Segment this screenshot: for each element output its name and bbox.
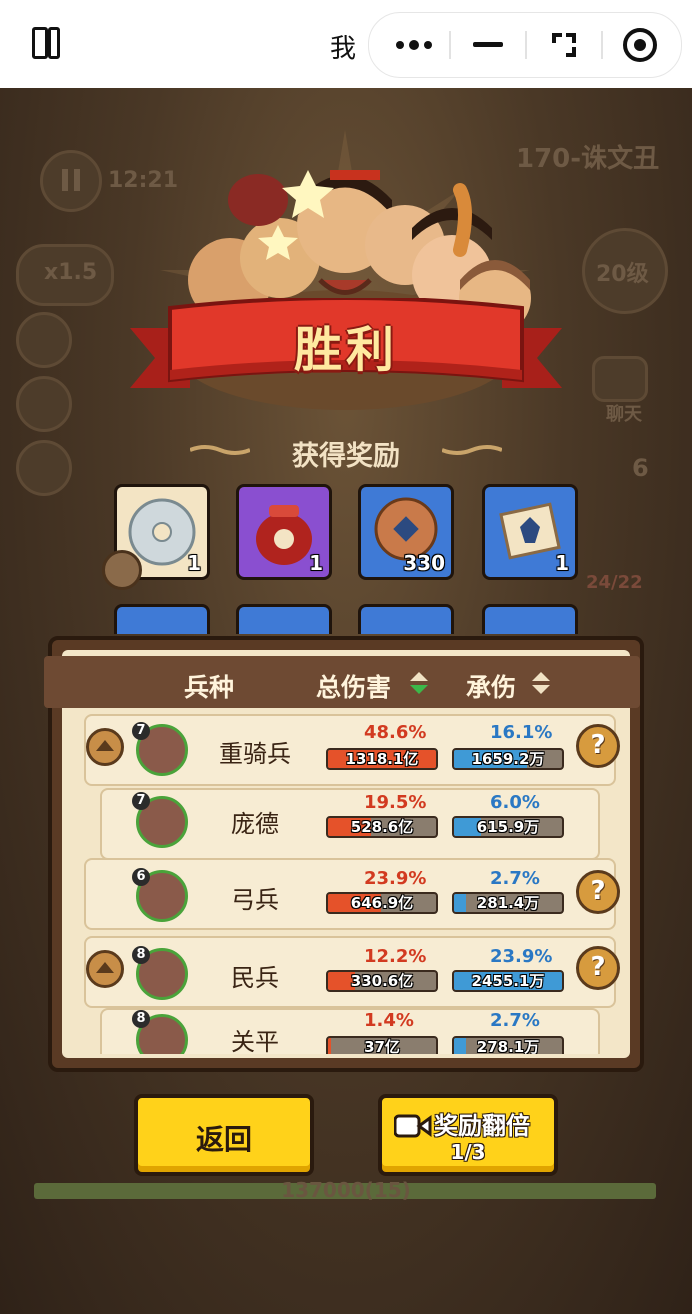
reward-item-6[interactable] (236, 604, 332, 634)
expand-up-icon[interactable] (86, 950, 124, 988)
stats-header: 兵种 总伤害 承伤 (44, 656, 640, 708)
damage-percent: 23.9% (364, 868, 427, 889)
minimize-icon[interactable] (453, 13, 523, 77)
victory-title: 胜利 (293, 322, 398, 378)
damage-bar: 330.6亿 (326, 970, 438, 992)
close-target-icon[interactable] (605, 13, 675, 77)
taken-bar: 615.9万 (452, 816, 564, 838)
taken-percent: 6.0% (490, 792, 540, 813)
exit-fullscreen-icon[interactable] (529, 13, 599, 77)
unit-level: 7 (132, 722, 150, 740)
taken-bar: 278.1万 (452, 1036, 564, 1054)
unit-name: 弓兵 (231, 886, 279, 914)
back-button-label: 返回 (195, 1123, 252, 1156)
unit-name: 庞德 (231, 810, 279, 838)
unit-name: 重骑兵 (219, 740, 291, 768)
double-reward-button[interactable]: 奖励翻倍 1/3 (378, 1094, 558, 1176)
damage-bar: 37亿 (326, 1036, 438, 1054)
sidebar-toggle-icon[interactable] (32, 27, 62, 59)
reward-item-3[interactable]: 330 (358, 484, 454, 580)
reward-item-8[interactable] (482, 604, 578, 634)
cloud-ornament-right-icon (442, 445, 502, 455)
refresh-badge-icon (102, 550, 142, 590)
reward-heading: 获得奖励 (292, 441, 400, 472)
reward-item-7[interactable] (358, 604, 454, 634)
reward-item-4[interactable]: 1 (482, 484, 578, 580)
damage-bar: 1318.1亿 (326, 748, 438, 770)
damage-percent: 12.2% (364, 946, 427, 967)
unit-level: 7 (132, 792, 150, 810)
taken-bar: 1659.2万 (452, 748, 564, 770)
side-avatar-2 (16, 376, 72, 432)
damage-percent: 19.5% (364, 792, 427, 813)
damage-percent: 48.6% (364, 722, 427, 743)
taken-percent: 2.7% (490, 868, 540, 889)
damage-bar: 646.9亿 (326, 892, 438, 914)
help-button[interactable]: ? (576, 946, 620, 990)
unit-level: 8 (132, 946, 150, 964)
unit-level: 8 (132, 1010, 150, 1028)
taken-percent: 16.1% (490, 722, 553, 743)
taken-percent: 2.7% (490, 1010, 540, 1031)
unit-level: 6 (132, 868, 150, 886)
top-bar-title: 我 (330, 34, 357, 64)
sort-taken-icon[interactable] (530, 670, 552, 696)
reward-item-5[interactable] (114, 604, 210, 634)
more-icon[interactable] (379, 13, 449, 77)
speed-label: x1.5 (44, 260, 98, 285)
score-text: 137000(15) (281, 1178, 411, 1202)
video-camera-icon (394, 1114, 432, 1138)
chat-label: 聊天 (606, 404, 642, 425)
damage-bar: 528.6亿 (326, 816, 438, 838)
header-unit: 兵种 (184, 673, 235, 702)
taken-bar: 281.4万 (452, 892, 564, 914)
stats-row-clipped: 8 关平 1.4% 37亿 2.7% 278.1万 (84, 1008, 616, 1054)
reward-count-3: 330 (403, 551, 445, 575)
sort-damage-icon[interactable] (408, 670, 430, 696)
header-total-damage[interactable]: 总伤害 (316, 668, 391, 704)
game-screen: 12:21 170-诛文丑 x1.5 20级 聊天 6 24/22 胜利 获得奖… (0, 88, 692, 1314)
troop-count: 24/22 (586, 572, 643, 593)
damage-percent: 1.4% (364, 1010, 414, 1031)
reward-item-2[interactable]: 1 (236, 484, 332, 580)
reward-count-1: 1 (187, 551, 201, 575)
expand-up-icon[interactable] (86, 728, 124, 766)
capsule-menu (368, 12, 682, 78)
unit-name: 关平 (231, 1028, 279, 1054)
taken-percent: 23.9% (490, 946, 553, 967)
reward-count-2: 1 (309, 551, 323, 575)
reward-count-4: 1 (555, 551, 569, 575)
double-reward-count: 1/3 (450, 1140, 486, 1164)
back-button[interactable]: 返回 (134, 1094, 314, 1176)
level-label: 20级 (596, 262, 649, 287)
mini-program-top-bar: 我 (0, 0, 692, 88)
unit-name: 民兵 (231, 964, 279, 992)
help-button[interactable]: ? (576, 724, 620, 768)
header-damage-taken[interactable]: 承伤 (466, 668, 516, 704)
taken-bar: 2455.1万 (452, 970, 564, 992)
pause-icon[interactable] (40, 150, 102, 212)
help-button[interactable]: ? (576, 870, 620, 914)
double-reward-label: 奖励翻倍 (434, 1112, 530, 1140)
